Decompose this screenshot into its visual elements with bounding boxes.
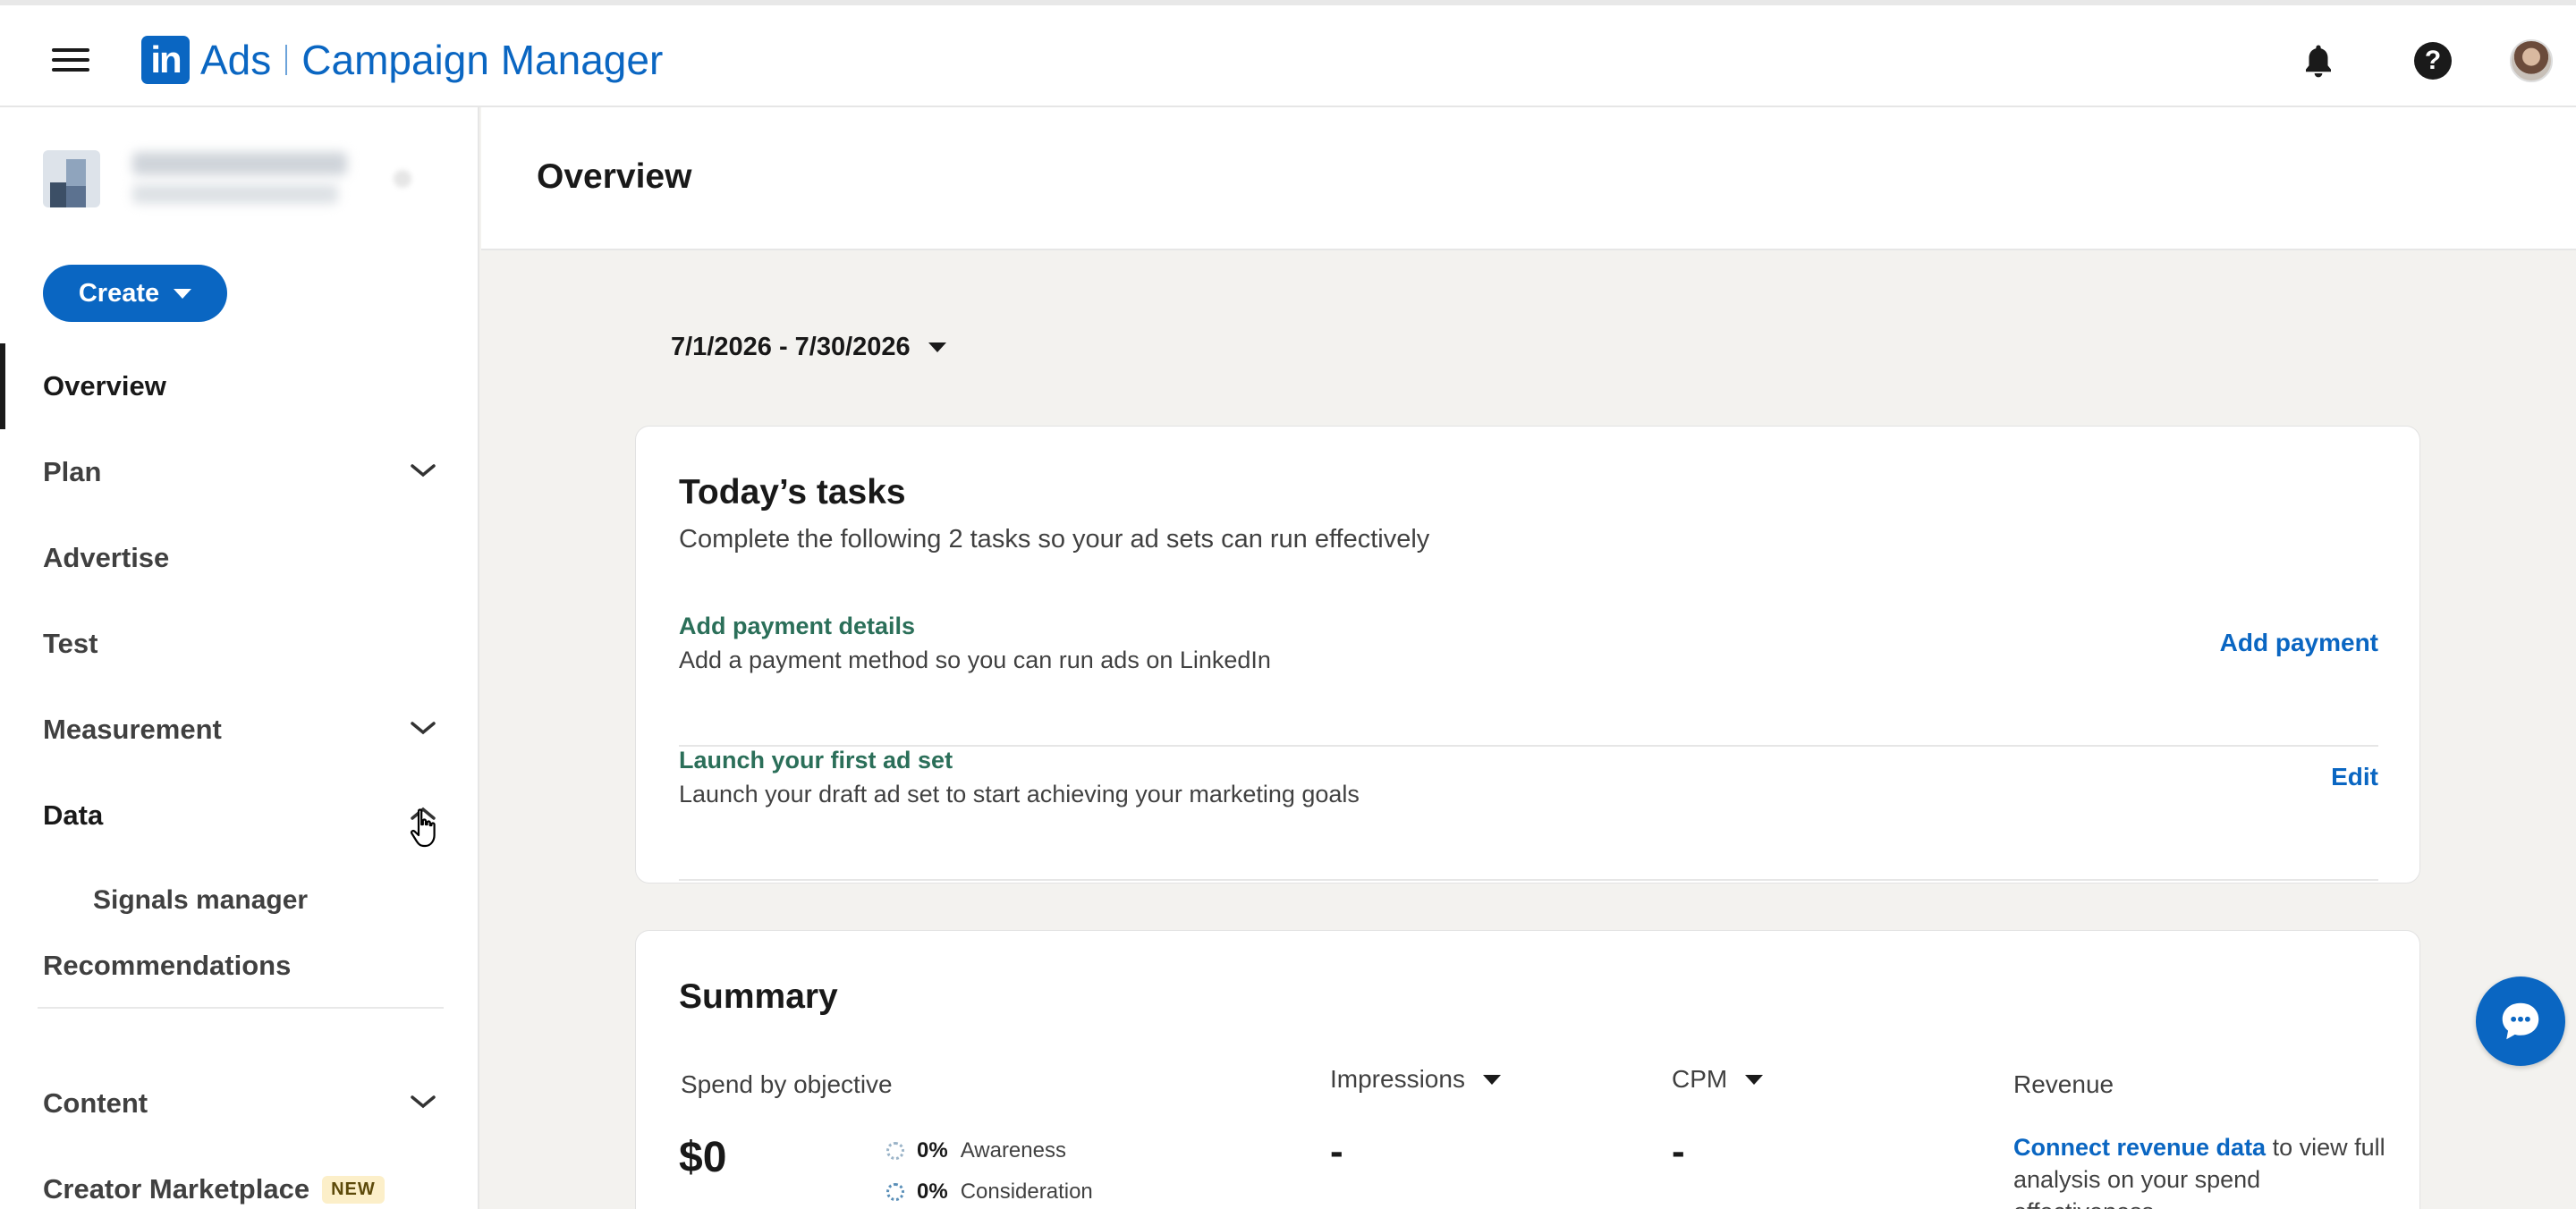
sidebar: Create Overview Plan Advertise Test Meas… xyxy=(0,107,479,1209)
page-title: Overview xyxy=(537,157,692,196)
hand-pointer-cursor-icon xyxy=(411,808,436,848)
sidebar-item-data[interactable]: Data xyxy=(0,773,478,858)
account-switcher-chevron-icon[interactable] xyxy=(394,170,411,188)
cpm-metric-dropdown[interactable]: CPM xyxy=(1672,1065,1764,1094)
caret-down-icon xyxy=(1745,1074,1764,1085)
create-button-label: Create xyxy=(78,278,160,308)
sidebar-item-advertise[interactable]: Advertise xyxy=(0,515,478,601)
brand-product: Ads xyxy=(200,37,272,83)
account-id-redacted xyxy=(132,184,338,204)
sidebar-item-plan[interactable]: Plan xyxy=(0,429,478,515)
help-icon[interactable]: ? xyxy=(2413,41,2453,80)
caret-down-icon xyxy=(174,288,192,299)
user-avatar[interactable] xyxy=(2510,39,2553,82)
top-bar: in Ads Campaign Manager ? xyxy=(0,0,2576,107)
sidebar-item-measurement[interactable]: Measurement xyxy=(0,687,478,773)
chevron-down-icon xyxy=(411,464,436,478)
task-launch-ad-set: Launch your first ad set Launch your dra… xyxy=(679,747,2378,881)
menu-icon[interactable] xyxy=(52,48,89,72)
account-thumbnail[interactable] xyxy=(43,150,100,207)
page-header: Overview xyxy=(481,107,2576,250)
tasks-title: Today’s tasks xyxy=(679,473,906,512)
objective-consideration: 0% Consideration xyxy=(886,1179,1093,1205)
linkedin-logo-icon: in xyxy=(141,36,190,84)
add-payment-link[interactable]: Add payment xyxy=(2220,629,2378,657)
donut-ring-icon xyxy=(886,1183,904,1201)
sidebar-item-overview[interactable]: Overview xyxy=(0,343,478,429)
brand-logo[interactable]: in Ads Campaign Manager xyxy=(141,36,663,84)
task-add-payment: Add payment details Add a payment method… xyxy=(679,613,2378,747)
edit-link[interactable]: Edit xyxy=(2331,763,2378,791)
sidebar-item-test[interactable]: Test xyxy=(0,601,478,687)
impressions-value: - xyxy=(1330,1129,1343,1173)
sidebar-item-creator-marketplace[interactable]: Creator Marketplace NEW xyxy=(0,1146,478,1209)
date-range-label: 7/1/2026 - 7/30/2026 xyxy=(671,333,911,361)
revenue-prompt: Connect revenue data to view full analys… xyxy=(2013,1134,2385,1209)
connect-revenue-data-link[interactable]: Connect revenue data xyxy=(2013,1134,2266,1161)
objective-awareness: 0% Awareness xyxy=(886,1138,1066,1163)
caret-down-icon xyxy=(1482,1074,1501,1085)
todays-tasks-card: Today’s tasks Complete the following 2 t… xyxy=(635,426,2420,884)
donut-ring-icon xyxy=(886,1142,904,1160)
brand-divider xyxy=(285,45,288,75)
task-description: Launch your draft ad set to start achiev… xyxy=(679,781,1360,807)
chevron-down-icon xyxy=(411,1095,436,1109)
spend-value: $0 xyxy=(679,1134,727,1181)
brand-name: Campaign Manager xyxy=(301,37,664,83)
create-button[interactable]: Create xyxy=(43,265,227,322)
account-name-redacted[interactable] xyxy=(132,152,347,175)
new-badge: NEW xyxy=(322,1175,385,1204)
cpm-value: - xyxy=(1672,1129,1685,1173)
date-range-picker[interactable]: 7/1/2026 - 7/30/2026 xyxy=(671,333,946,362)
tasks-subtitle: Complete the following 2 tasks so your a… xyxy=(679,525,1430,554)
summary-card: Summary Spend by objective $0 0% Awarene… xyxy=(635,930,2420,1209)
task-description: Add a payment method so you can run ads … xyxy=(679,647,1271,673)
caret-down-icon xyxy=(928,342,946,352)
impressions-metric-dropdown[interactable]: Impressions xyxy=(1330,1065,1501,1094)
summary-title: Summary xyxy=(679,977,838,1016)
task-title[interactable]: Add payment details xyxy=(679,613,915,640)
sidebar-subitem-signals-manager[interactable]: Signals manager xyxy=(93,885,308,916)
revenue-label: Revenue xyxy=(2013,1070,2114,1098)
task-title[interactable]: Launch your first ad set xyxy=(679,747,953,774)
sidebar-item-content[interactable]: Content xyxy=(0,1061,478,1146)
sidebar-divider xyxy=(38,1007,444,1009)
sidebar-item-recommendations[interactable]: Recommendations xyxy=(0,923,478,1009)
spend-by-objective-label: Spend by objective xyxy=(681,1070,893,1098)
chat-support-button[interactable] xyxy=(2476,976,2565,1066)
chevron-down-icon xyxy=(411,722,436,735)
notifications-bell-icon[interactable] xyxy=(2299,41,2338,80)
chat-bubble-icon xyxy=(2502,1002,2539,1040)
